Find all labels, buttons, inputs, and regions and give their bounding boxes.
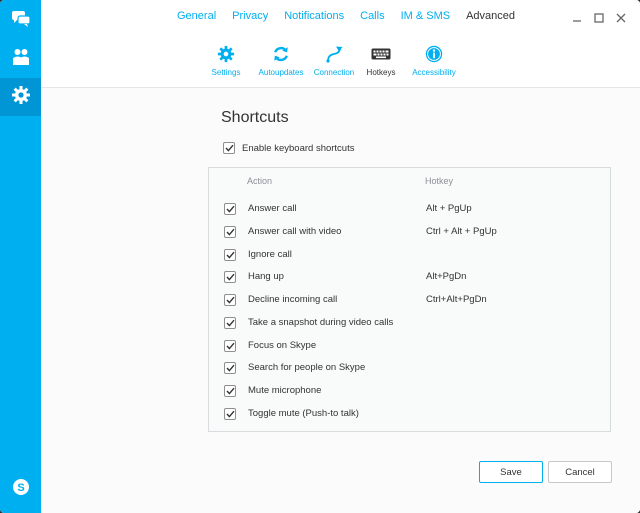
chat-button[interactable] [0,2,41,40]
checkmark-icon [225,342,235,350]
action-label: Take a snapshot during video calls [248,317,394,328]
row-checkbox[interactable] [224,202,236,215]
subtab-accessibility[interactable]: Accessibility [409,44,459,77]
tab-im-sms[interactable]: IM & SMS [401,10,451,22]
row-checkbox[interactable] [224,248,236,261]
table-row[interactable]: Toggle mute (Push-to talk) [224,406,604,421]
hotkey-value: Alt+PgDn [426,271,467,282]
action-label: Hang up [248,271,284,282]
close-icon [616,10,626,28]
hotkey-value: Ctrl + Alt + PgUp [426,226,497,237]
page-title: Shortcuts [221,109,289,126]
row-checkbox[interactable] [224,270,236,283]
subtab-settings[interactable]: Settings [206,44,246,77]
window-controls [566,12,632,26]
hotkey-value: Alt + PgUp [426,203,472,214]
column-header-action: Action [247,176,273,186]
chat-icon [11,10,31,33]
action-label: Answer call with video [248,226,342,237]
table-row[interactable]: Take a snapshot during video calls [224,315,604,330]
action-label: Toggle mute (Push-to talk) [248,408,359,419]
checkmark-icon [225,410,235,418]
subtab-connection[interactable]: Connection [310,44,358,77]
hotkey-value: Ctrl+Alt+PgDn [426,294,487,305]
table-row[interactable]: Search for people on Skype [224,360,604,375]
action-label: Focus on Skype [248,340,317,351]
row-checkbox[interactable] [224,225,236,238]
action-label: Search for people on Skype [248,362,366,373]
settings-button[interactable] [0,78,41,116]
row-checkbox[interactable] [224,316,236,329]
shortcuts-table: Action Hotkey Answer call Alt + PgUp Ans… [208,167,611,432]
subtab-autoupdates[interactable]: Autoupdates [253,44,309,77]
checkmark-icon [225,296,235,304]
action-label: Mute microphone [248,385,322,396]
row-checkbox[interactable] [224,407,236,420]
svg-text:S: S [17,482,24,494]
enable-shortcuts-checkbox[interactable]: Enable keyboard shortcuts [223,142,354,154]
table-row[interactable]: Ignore call [224,247,604,262]
tab-privacy[interactable]: Privacy [232,10,268,22]
refresh-icon [272,44,290,64]
contacts-button[interactable] [0,40,41,78]
contacts-icon [11,47,31,72]
table-row[interactable]: Hang up Alt+PgDn [224,269,604,284]
row-checkbox[interactable] [224,293,236,306]
action-label: Answer call [248,203,297,214]
checkmark-icon [225,364,235,372]
cancel-button[interactable]: Cancel [548,461,612,483]
checkmark-icon [225,273,235,281]
tab-bar: General Privacy Notifications Calls IM &… [177,10,531,22]
checkmark-icon [225,387,235,395]
skype-home-button[interactable]: S [0,470,41,508]
skype-logo-icon: S [12,478,30,501]
table-row[interactable]: Answer call with video Ctrl + Alt + PgUp [224,224,604,239]
tab-advanced[interactable]: Advanced [466,10,515,22]
checkmark-icon [225,251,235,259]
content-area: General Privacy Notifications Calls IM &… [41,0,640,513]
header: General Privacy Notifications Calls IM &… [41,0,640,88]
tab-notifications[interactable]: Notifications [284,10,344,22]
close-button[interactable] [610,12,632,26]
table-row[interactable]: Focus on Skype [224,338,604,353]
table-row[interactable]: Answer call Alt + PgUp [224,201,604,216]
tab-calls[interactable]: Calls [360,10,384,22]
keyboard-icon [371,44,391,64]
connection-icon [324,44,344,64]
maximize-button[interactable] [588,12,610,26]
row-checkbox[interactable] [224,384,236,397]
options-window: S General Privacy Notifications Calls IM… [0,0,640,513]
subtab-connection-label: Connection [313,68,355,77]
subtab-settings-label: Settings [211,68,241,77]
minimize-button[interactable] [566,12,588,26]
subtab-accessibility-label: Accessibility [412,68,456,77]
table-row[interactable]: Decline incoming call Ctrl+Alt+PgDn [224,292,604,307]
checkmark-icon [225,319,235,327]
checkmark-icon [225,205,235,213]
checkmark-icon [225,228,235,236]
column-header-hotkey: Hotkey [425,176,454,186]
enable-shortcuts-label: Enable keyboard shortcuts [242,142,355,154]
save-button[interactable]: Save [479,461,543,483]
minimize-icon [572,10,582,28]
maximize-icon [594,10,604,28]
checkmark-icon [224,144,234,152]
action-label: Decline incoming call [248,294,338,305]
subtab-hotkeys-label: Hotkeys [366,68,396,77]
accessibility-icon [425,44,443,64]
row-checkbox[interactable] [224,361,236,374]
table-row[interactable]: Mute microphone [224,383,604,398]
action-label: Ignore call [248,249,292,260]
subtab-hotkeys[interactable]: Hotkeys [363,44,399,77]
sidebar: S [0,0,41,513]
checkbox-box[interactable] [223,142,235,154]
subtab-autoupdates-label: Autoupdates [258,68,304,77]
tab-general[interactable]: General [177,10,216,22]
gear-icon [217,44,235,64]
row-checkbox[interactable] [224,339,236,352]
gear-icon [11,85,31,110]
